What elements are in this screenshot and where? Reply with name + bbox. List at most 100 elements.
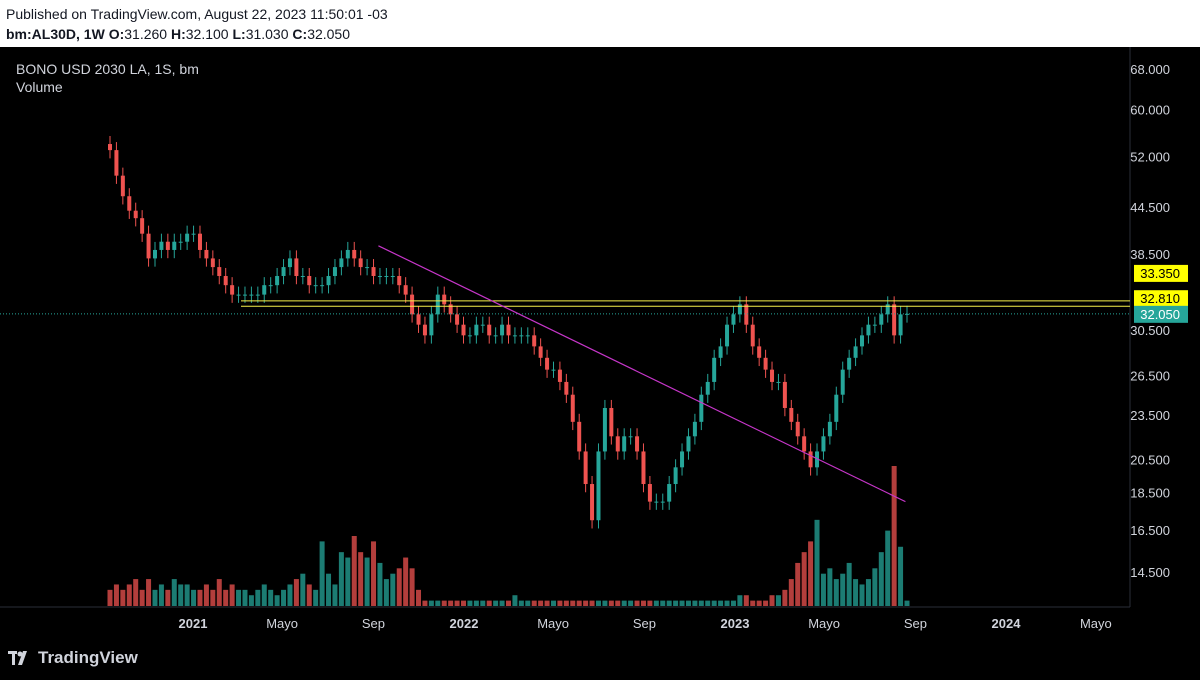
candle-body — [455, 314, 460, 325]
volume-bar — [589, 600, 595, 606]
candle-body — [108, 144, 112, 151]
volume-bar — [608, 600, 614, 606]
candle-body — [770, 369, 775, 382]
candle-body — [236, 294, 241, 296]
published-info: Published on TradingView.com, August 22,… — [6, 6, 388, 22]
candle-body — [680, 451, 685, 468]
candle-body — [731, 314, 736, 325]
candle-body — [165, 241, 170, 250]
volume-bar — [486, 600, 492, 606]
volume-bar — [191, 589, 197, 606]
volume-bar — [383, 579, 389, 606]
candle-body — [692, 421, 697, 437]
volume-bar — [165, 589, 171, 606]
candle-body — [763, 357, 768, 370]
volume-bar — [602, 600, 608, 606]
tradingview-logo[interactable]: TradingView — [8, 648, 138, 668]
symbol-ohlc-line: bm:AL30D, 1W O:31.260 H:32.100 L:31.030 … — [6, 26, 350, 42]
legend-title: BONO USD 2030 LA, 1S, bm — [16, 61, 199, 77]
candle-body — [185, 233, 190, 242]
price-tick-label: 30.500 — [1130, 323, 1170, 338]
candle-body — [365, 267, 370, 269]
volume-bar — [242, 589, 248, 606]
volume-bar — [454, 600, 460, 606]
candle-body — [487, 324, 492, 336]
chart-area[interactable]: 68.000 60.000 52.000 44.500 38.500 30.500 26.5… — [0, 47, 1200, 643]
volume-bar — [107, 589, 113, 606]
candle-body — [872, 324, 877, 326]
volume-bar — [859, 584, 865, 606]
candle-body — [744, 304, 749, 325]
candle-body — [847, 357, 852, 370]
volume-bar — [615, 600, 621, 606]
volume-bar — [351, 536, 357, 606]
candle-body — [609, 407, 614, 437]
volume-bar — [146, 579, 152, 606]
candle-body — [262, 285, 267, 295]
tradingview-logo-icon — [8, 651, 27, 665]
chart-svg[interactable]: 68.000 60.000 52.000 44.500 38.500 30.500 26.5… — [0, 47, 1200, 643]
candle-body — [249, 294, 254, 296]
candle-body — [281, 267, 286, 277]
volume-bar — [139, 589, 145, 606]
price-tick-label: 52.000 — [1130, 149, 1170, 164]
volume-bar — [126, 584, 132, 606]
volume-bar — [467, 600, 473, 606]
publish-header: Published on TradingView.com, August 22,… — [0, 0, 1200, 47]
volume-bar — [345, 557, 351, 606]
volume-bar — [692, 600, 698, 606]
candle-body — [725, 324, 730, 347]
candle-body — [120, 175, 125, 197]
candle-body — [345, 249, 350, 259]
candle-body — [602, 407, 607, 452]
volume-bar — [358, 552, 364, 606]
candle-body — [795, 421, 800, 437]
volume-bar — [666, 600, 672, 606]
volume-bar — [730, 600, 736, 606]
volume-bar — [113, 584, 119, 606]
price-tick-label: 20.500 — [1130, 452, 1170, 467]
volume-bar — [878, 552, 884, 606]
volume-bar — [814, 519, 820, 606]
open-label: O: — [108, 26, 125, 42]
volume-bar — [904, 600, 910, 606]
candle-body — [686, 436, 691, 452]
volume-bar — [319, 541, 325, 606]
brand-name: TradingView — [38, 648, 138, 667]
candle-body — [853, 346, 858, 358]
volume-bar — [550, 600, 556, 606]
volume-bar — [229, 584, 235, 606]
volume-bar — [750, 600, 756, 606]
volume-bar — [885, 530, 891, 606]
low-value: 31.030 — [245, 26, 289, 42]
candle-body — [352, 249, 357, 259]
candle-body — [294, 258, 299, 277]
volume-bar — [499, 600, 505, 606]
candle-body — [300, 276, 305, 278]
candle-body — [821, 436, 826, 452]
candle-body — [525, 335, 530, 337]
candle-body — [673, 467, 678, 485]
volume-bar — [531, 600, 537, 606]
volume-bar — [827, 568, 833, 606]
candle-body — [114, 150, 119, 176]
candle-body — [570, 394, 575, 422]
volume-bar — [396, 568, 402, 606]
candle-body — [467, 335, 472, 337]
candle-body — [590, 484, 595, 521]
candle-body — [474, 324, 479, 336]
volume-bar — [788, 579, 794, 606]
volume-bar — [685, 600, 691, 606]
candle-body — [390, 276, 395, 278]
time-tick-label: Mayo — [266, 616, 298, 631]
volume-bar — [640, 600, 646, 606]
volume-bar — [390, 573, 396, 606]
volume-bar — [377, 562, 383, 606]
volume-bar — [197, 589, 203, 606]
candle-body — [313, 285, 318, 287]
price-tick-label: 23.500 — [1130, 408, 1170, 423]
close-value: 32.050 — [307, 26, 351, 42]
volume-bar — [409, 568, 415, 606]
volume-bar — [441, 600, 447, 606]
candle-body — [789, 407, 794, 422]
